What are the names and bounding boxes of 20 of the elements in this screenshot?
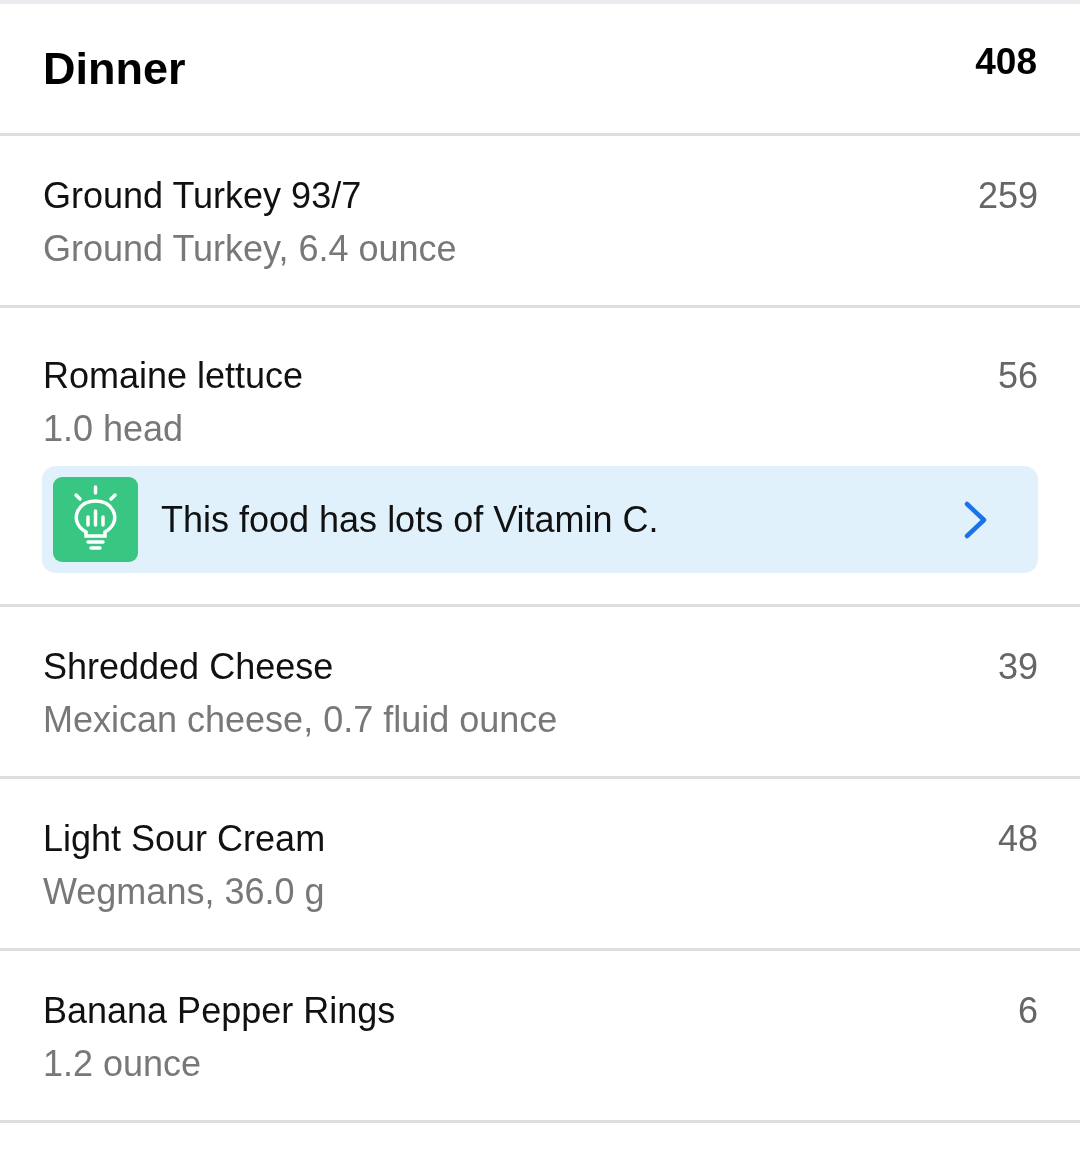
food-serving: 1.0 head xyxy=(43,407,184,451)
meal-calories: 408 xyxy=(975,39,1037,84)
food-name[interactable]: Shredded Cheese xyxy=(43,640,334,693)
food-calories: 39 xyxy=(997,645,1038,689)
food-serving: 1.2 ounce xyxy=(43,1042,202,1086)
food-serving: Wegmans, 36.0 g xyxy=(43,870,325,914)
chevron-right-icon xyxy=(964,500,988,539)
food-serving: Ground Turkey, 6.4 ounce xyxy=(43,227,457,271)
food-name[interactable]: Romaine lettuce xyxy=(43,349,304,402)
food-calories: 56 xyxy=(997,354,1038,398)
food-calories: 259 xyxy=(977,174,1038,218)
food-calories: 6 xyxy=(1017,989,1038,1033)
food-name[interactable]: Ground Turkey 93/7 xyxy=(43,169,362,222)
food-name[interactable]: Banana Pepper Rings xyxy=(43,984,396,1037)
lightbulb-icon xyxy=(53,477,138,562)
food-name[interactable]: Light Sour Cream xyxy=(43,812,326,865)
food-serving: Mexican cheese, 0.7 fluid ounce xyxy=(43,698,558,742)
meal-title: Dinner xyxy=(43,41,186,96)
nutrition-tip-banner[interactable]: This food has lots of Vitamin C. xyxy=(42,466,1038,573)
food-calories: 48 xyxy=(997,817,1038,861)
